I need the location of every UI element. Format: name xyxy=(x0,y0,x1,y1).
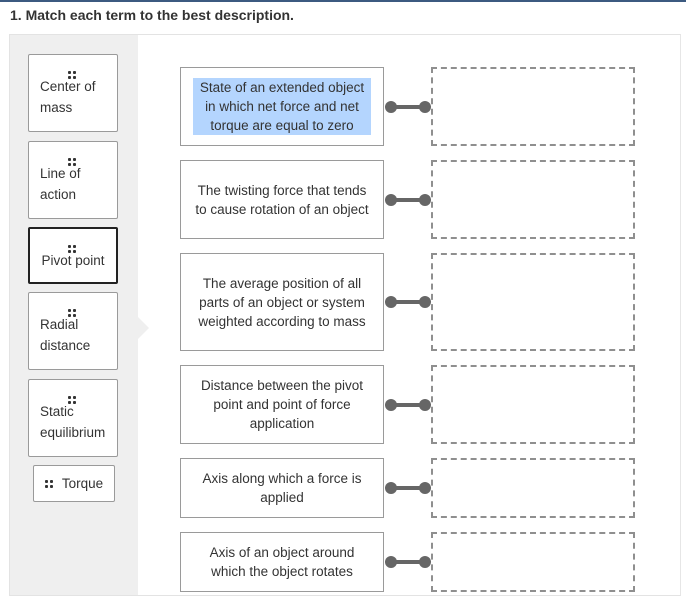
term-pivot-point[interactable]: Pivot point xyxy=(28,227,118,284)
top-accent-bar xyxy=(0,0,686,2)
term-radial-distance[interactable]: Radial distance xyxy=(28,292,118,370)
description-text: Axis of an object around which the objec… xyxy=(209,545,355,579)
term-line-of-action[interactable]: Line of action xyxy=(28,141,118,219)
term-bank-pointer xyxy=(138,317,149,339)
term-label: Line of action xyxy=(40,166,81,202)
description-1: State of an extended object in which net… xyxy=(180,67,384,146)
drag-handle-icon xyxy=(44,479,54,488)
term-torque[interactable]: Torque xyxy=(33,465,115,502)
description-text: State of an extended object in which net… xyxy=(193,78,371,135)
connector-icon xyxy=(385,556,431,568)
drop-zone-1[interactable] xyxy=(431,67,635,146)
term-label: Torque xyxy=(61,476,104,491)
drag-handle-icon xyxy=(68,67,78,79)
term-label: Radial distance xyxy=(40,317,91,353)
description-text: Axis along which a force is applied xyxy=(202,471,362,505)
term-label: Center of mass xyxy=(40,79,96,115)
connector-icon xyxy=(385,399,431,411)
drop-zone-3[interactable] xyxy=(431,253,635,351)
term-center-of-mass[interactable]: Center of mass xyxy=(28,54,118,132)
drop-zone-4[interactable] xyxy=(431,365,635,444)
connector-icon xyxy=(385,482,431,494)
connector-icon xyxy=(385,296,431,308)
drag-handle-icon xyxy=(68,392,78,404)
term-label: Static equilibrium xyxy=(40,404,106,440)
description-text: The average position of all parts of an … xyxy=(198,275,366,329)
description-5: Axis along which a force is applied xyxy=(180,458,384,518)
description-6: Axis of an object around which the objec… xyxy=(180,532,384,592)
description-text: Distance between the pivot point and poi… xyxy=(200,378,364,431)
description-2: The twisting force that tends to cause r… xyxy=(180,160,384,239)
drop-zone-6[interactable] xyxy=(431,532,635,592)
description-3: The average position of all parts of an … xyxy=(180,253,384,351)
drag-handle-icon xyxy=(68,305,78,317)
term-label: Pivot point xyxy=(41,253,105,268)
drop-zone-2[interactable] xyxy=(431,160,635,239)
drag-handle-icon xyxy=(68,154,78,166)
description-text: The twisting force that tends to cause r… xyxy=(195,182,369,217)
drag-handle-icon xyxy=(68,241,78,253)
description-4: Distance between the pivot point and poi… xyxy=(180,365,384,444)
connector-icon xyxy=(385,101,431,113)
connector-icon xyxy=(385,194,431,206)
term-static-equilibrium[interactable]: Static equilibrium xyxy=(28,379,118,457)
question-title: 1. Match each term to the best descripti… xyxy=(10,7,294,23)
drop-zone-5[interactable] xyxy=(431,458,635,518)
